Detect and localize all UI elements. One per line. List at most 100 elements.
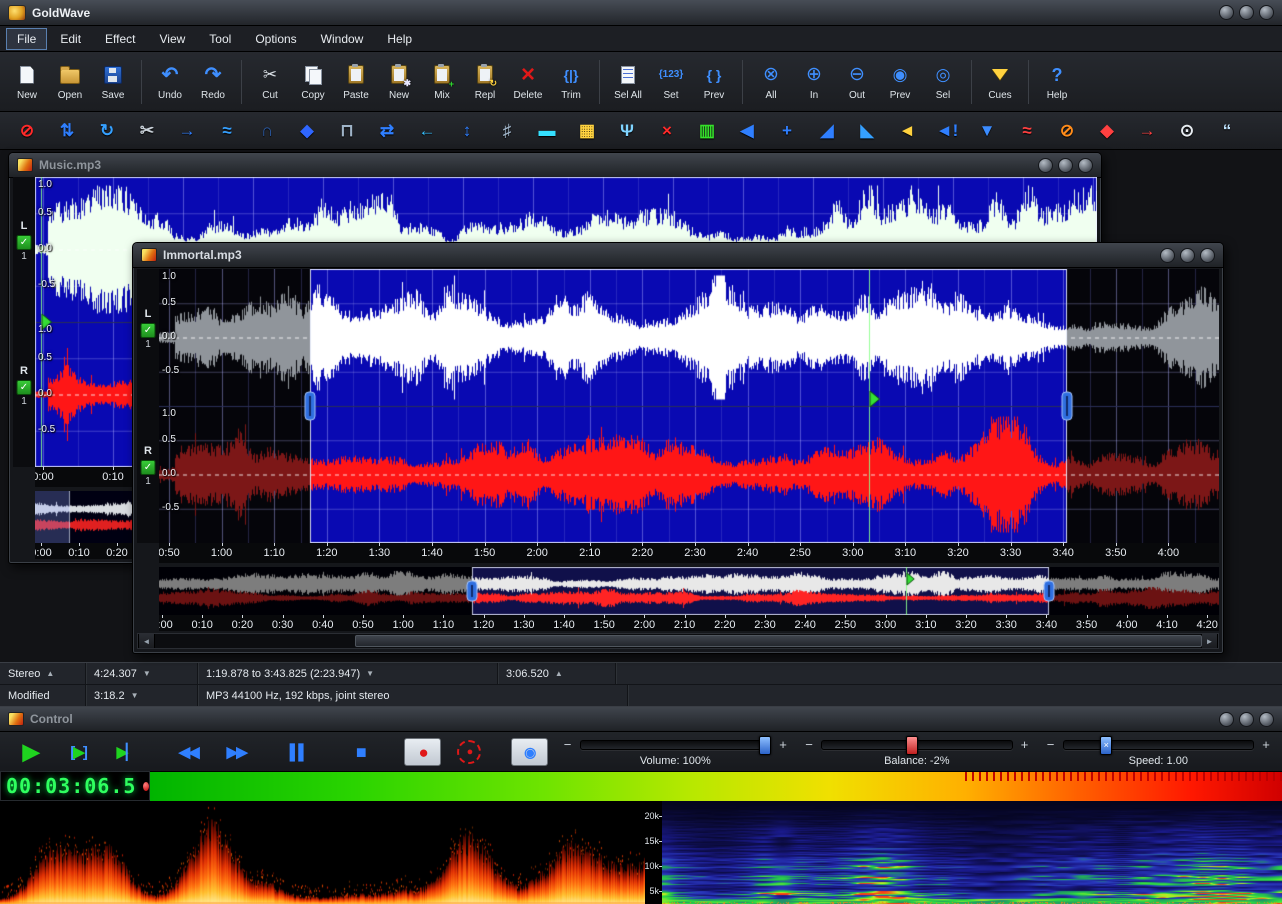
spin-arrow-icon[interactable]: ▲ [46,669,54,678]
spin-arrow-icon[interactable]: ▼ [143,669,151,678]
toolbar-cut-button[interactable]: ✂Cut [249,55,291,109]
status-selection[interactable]: 1:19.878 to 3:43.825 (2:23.947)▼ [198,663,498,684]
toolbar-open-button[interactable]: Open [49,55,91,109]
balance-slider-track[interactable] [821,740,1013,750]
play-current-button[interactable]: ▶▏ [106,737,146,767]
control-titlebar[interactable]: Control [0,707,1282,732]
fast-forward-button[interactable]: ▶▶ [216,737,256,767]
toolbar-all-button[interactable]: ⊗All [750,55,792,109]
balance-decrease-button[interactable]: − [803,737,815,752]
channel-l-checkbox[interactable]: ✓ [141,323,156,338]
toolbar-new-button[interactable]: New [6,55,48,109]
toolbar-cues-button[interactable]: Cues [979,55,1021,109]
status-zoom[interactable]: 3:18.2▼ [86,685,198,706]
balance-increase-button[interactable]: + [1019,737,1031,752]
effect-shift-left-button[interactable]: ← [410,117,444,145]
immortal-waveform[interactable] [159,269,1219,543]
channel-r-checkbox[interactable]: ✓ [17,380,32,395]
effect-unmute-button[interactable]: ◄! [930,117,964,145]
music-titlebar[interactable]: Music.mp3 [9,153,1101,178]
effect-max-volume-button[interactable]: ▼ [970,117,1004,145]
toolbar-repl-button[interactable]: ↻Repl [464,55,506,109]
music-minimize-button[interactable] [1038,158,1053,173]
music-maximize-button[interactable] [1058,158,1073,173]
horizontal-scrollbar[interactable]: ◄ ► [137,633,1219,649]
scroll-right-button[interactable]: ► [1201,634,1218,648]
immortal-titlebar[interactable]: Immortal.mp3 [133,243,1223,268]
effect-mix-channels-button[interactable]: + [770,117,804,145]
effect-speaker-button[interactable]: ◀ [730,117,764,145]
toolbar-prev-button[interactable]: { }Prev [693,55,735,109]
pause-button[interactable]: ▌▌ [278,737,318,767]
volume-slider-handle[interactable] [759,736,771,755]
music-close-button[interactable] [1078,158,1093,173]
effect-pitch-button[interactable]: ♯ [490,117,524,145]
effect-doppler-button[interactable]: → [1130,117,1164,145]
scrollbar-thumb[interactable] [355,635,1202,647]
effect-disable-effect-button[interactable]: ⊘ [10,117,44,145]
immortal-minimize-button[interactable] [1160,248,1175,263]
toolbar-paste-button[interactable]: Paste [335,55,377,109]
effect-offset-button[interactable]: → [170,117,204,145]
stop-button[interactable]: ■ [340,737,380,767]
control-close-button[interactable] [1259,712,1274,727]
spin-arrow-icon[interactable]: ▼ [366,669,374,678]
effect-invert-button[interactable]: ↕ [450,117,484,145]
status-channel-mode[interactable]: Stereo▲ [0,663,86,684]
effect-spectrum-filter-button[interactable]: ▦ [570,117,604,145]
effect-eq-bars-button[interactable]: ▥ [690,117,724,145]
control-minimize-button[interactable] [1219,712,1234,727]
effect-filter-button[interactable]: ≈ [210,117,244,145]
toolbar-undo-button[interactable]: ↶Undo [149,55,191,109]
volume-increase-button[interactable]: + [777,737,789,752]
effect-speech-bubble-button[interactable]: “ [1210,117,1244,145]
spin-arrow-icon[interactable]: ▲ [555,669,563,678]
toolbar-help-button[interactable]: ?Help [1036,55,1078,109]
record-button[interactable]: ● [404,738,441,766]
toolbar-trim-button[interactable]: {|}Trim [550,55,592,109]
speed-decrease-button[interactable]: − [1045,737,1057,752]
toolbar-out-button[interactable]: ⊖Out [836,55,878,109]
toolbar-new-button[interactable]: ✱New [378,55,420,109]
spin-arrow-icon[interactable]: ▼ [131,691,139,700]
toolbar-in-button[interactable]: ⊕In [793,55,835,109]
app-maximize-button[interactable] [1239,5,1254,20]
toolbar-delete-button[interactable]: ×Delete [507,55,549,109]
scroll-left-button[interactable]: ◄ [138,634,155,648]
toolbar-save-button[interactable]: Save [92,55,134,109]
toolbar-copy-button[interactable]: Copy [292,55,334,109]
effect-flanger-button[interactable]: ◆ [290,117,324,145]
toolbar-prev-button[interactable]: ◉Prev [879,55,921,109]
monitor-button[interactable]: ◉ [511,738,548,766]
immortal-overview[interactable] [159,567,1219,615]
effect-stereo-effect-button[interactable]: ◆ [1090,117,1124,145]
immortal-time-axis[interactable]: 0:501:001:101:201:301:401:502:002:102:20… [159,543,1219,563]
record-loop-button[interactable]: ● [449,737,489,767]
rewind-button[interactable]: ◀◀ [168,737,208,767]
toolbar-redo-button[interactable]: ↷Redo [192,55,234,109]
effect-fade-out-button[interactable]: ◣ [850,117,884,145]
app-minimize-button[interactable] [1219,5,1234,20]
effect-playback-rate-button[interactable]: ⇅ [50,117,84,145]
channel-l-checkbox[interactable]: ✓ [17,235,32,250]
menu-options[interactable]: Options [244,28,307,50]
toolbar-sel-all-button[interactable]: Sel All [607,55,649,109]
effect-exchange-channels-button[interactable]: ⇄ [370,117,404,145]
speed-increase-button[interactable]: + [1260,737,1272,752]
effect-silence-button[interactable]: ✂ [130,117,164,145]
effect-echo-button[interactable]: ∩ [250,117,284,145]
channel-r-checkbox[interactable]: ✓ [141,460,156,475]
play-selection-button[interactable]: [▶] [58,737,98,767]
toolbar-sel-button[interactable]: ◎Sel [922,55,964,109]
volume-slider-track[interactable] [580,740,772,750]
speed-slider-track[interactable]: × [1063,740,1255,750]
effect-shape-volume-button[interactable]: ≈ [1010,117,1044,145]
menu-edit[interactable]: Edit [49,28,92,50]
menu-file[interactable]: File [6,28,47,50]
menu-effect[interactable]: Effect [94,28,146,50]
balance-slider-handle[interactable] [906,736,918,755]
immortal-maximize-button[interactable] [1180,248,1195,263]
effect-mute-button[interactable]: × [650,117,684,145]
menu-tool[interactable]: Tool [198,28,242,50]
speed-slider-handle[interactable]: × [1100,736,1112,755]
